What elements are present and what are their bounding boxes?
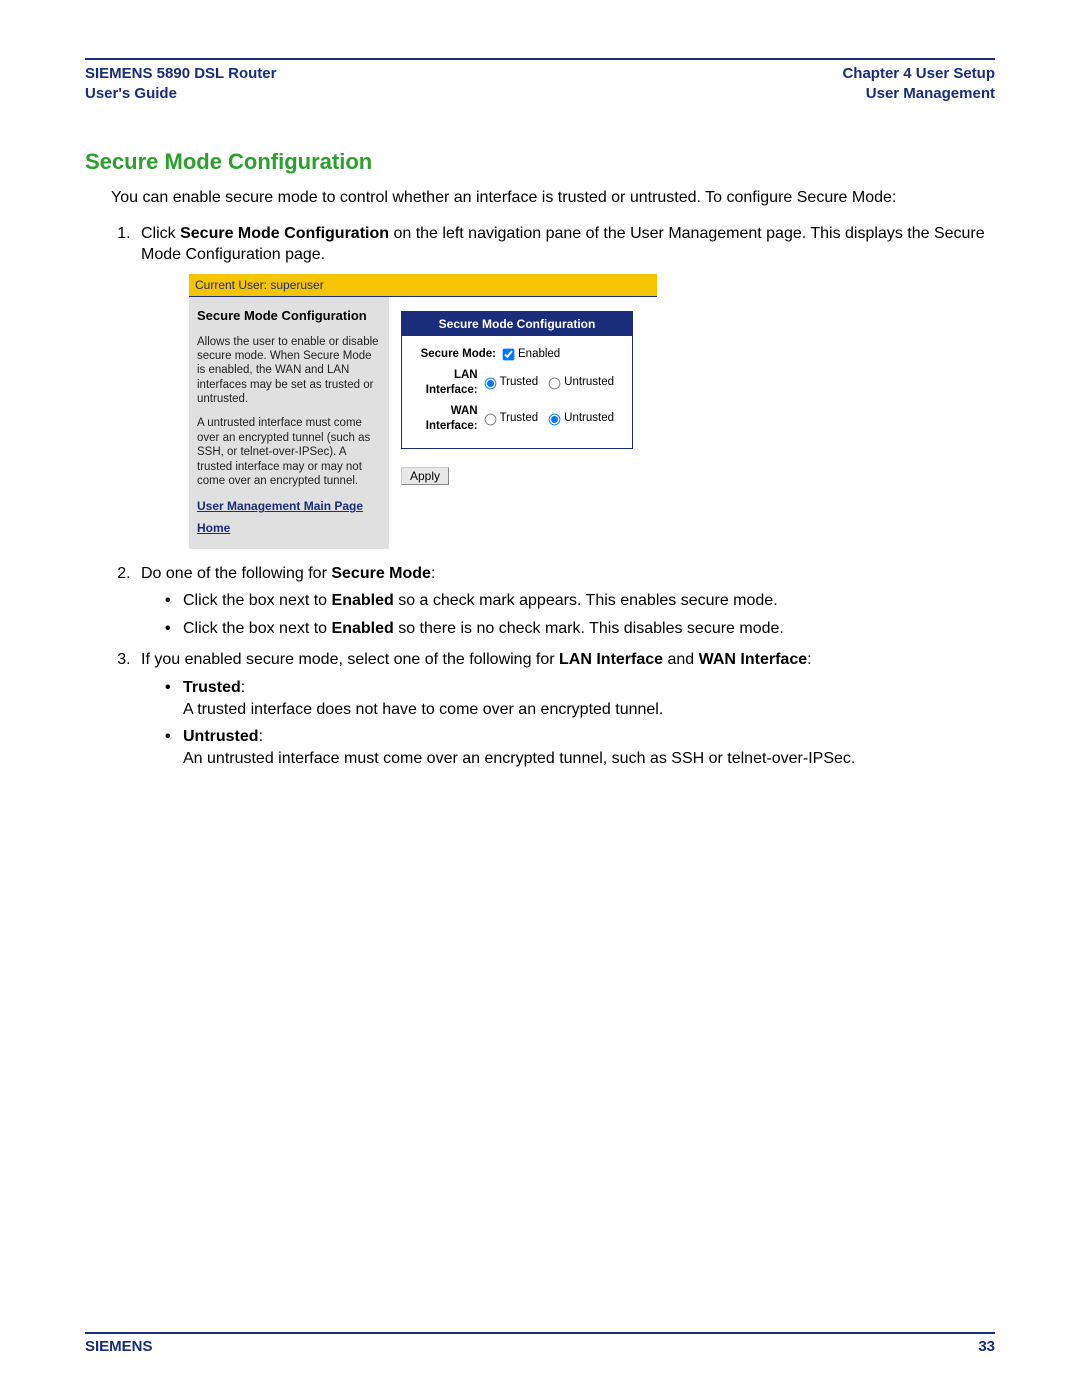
step2a-post: so a check mark appears. This enables se… (394, 592, 778, 609)
footer-brand: SIEMENS (85, 1338, 153, 1355)
mock-left-p1: Allows the user to enable or disable sec… (197, 335, 381, 407)
wan-untrusted-radio[interactable] (549, 413, 561, 425)
mock-left-p2: A untrusted interface must come over an … (197, 416, 381, 488)
mock-left-pane: Secure Mode Configuration Allows the use… (189, 297, 389, 549)
step2-option-a: Click the box next to Enabled so a check… (165, 590, 995, 612)
step3-pre: If you enabled secure mode, select one o… (141, 651, 559, 668)
step2-post: : (431, 565, 435, 582)
step2b-post: so there is no check mark. This disables… (394, 620, 784, 637)
lan-trusted-radio[interactable] (484, 377, 496, 389)
wan-label: WAN Interface: (410, 404, 478, 435)
step1-bold: Secure Mode Configuration (180, 225, 389, 242)
step2-option-b: Click the box next to Enabled so there i… (165, 618, 995, 640)
header-guide: User's Guide (85, 84, 276, 104)
mock-left-title: Secure Mode Configuration (197, 307, 381, 325)
mock-right-pane: Secure Mode Configuration Secure Mode: E… (389, 297, 657, 549)
header-rule (85, 58, 995, 60)
step3-bold2: WAN Interface (699, 651, 807, 668)
step3-option-untrusted: Untrusted: An untrusted interface must c… (165, 726, 995, 769)
lan-untrusted-text: Untrusted (564, 375, 614, 391)
mock-userbar: Current User: superuser (189, 274, 657, 297)
header-chapter: Chapter 4 User Setup (842, 64, 995, 84)
wan-untrusted-text: Untrusted (564, 411, 614, 427)
apply-button[interactable]: Apply (401, 467, 449, 485)
lan-label: LAN Interface: (410, 368, 478, 399)
header-product: SIEMENS 5890 DSL Router (85, 64, 276, 84)
mock-link-user-mgmt[interactable]: User Management Main Page (197, 498, 381, 514)
secure-mode-checkbox[interactable] (503, 349, 515, 361)
step3-mid: and (663, 651, 699, 668)
step2a-pre: Click the box next to (183, 592, 332, 609)
step2b-bold: Enabled (332, 620, 394, 637)
step1-pre: Click (141, 225, 180, 242)
step3-bold1: LAN Interface (559, 651, 663, 668)
step3-post: : (807, 651, 811, 668)
intro-text: You can enable secure mode to control wh… (111, 187, 995, 209)
section-title: Secure Mode Configuration (85, 149, 995, 175)
untrusted-text: An untrusted interface must come over an… (183, 750, 855, 767)
wan-trusted-text: Trusted (500, 411, 539, 427)
step-2: Do one of the following for Secure Mode:… (135, 563, 995, 640)
step2-pre: Do one of the following for (141, 565, 331, 582)
lan-untrusted-radio[interactable] (549, 377, 561, 389)
page-header: SIEMENS 5890 DSL Router User's Guide Cha… (85, 64, 995, 103)
header-section: User Management (842, 84, 995, 104)
trusted-text: A trusted interface does not have to com… (183, 701, 663, 718)
step2b-pre: Click the box next to (183, 620, 332, 637)
wan-trusted-radio[interactable] (484, 413, 496, 425)
untrusted-label: Untrusted (183, 728, 259, 745)
lan-trusted-text: Trusted (500, 375, 539, 391)
step3-option-trusted: Trusted: A trusted interface does not ha… (165, 677, 995, 720)
screenshot-mock: Current User: superuser Secure Mode Conf… (189, 274, 657, 549)
config-box-head: Secure Mode Configuration (402, 312, 632, 336)
secure-mode-enabled-text: Enabled (518, 347, 560, 363)
step2-bold: Secure Mode (331, 565, 431, 582)
config-box: Secure Mode Configuration Secure Mode: E… (401, 311, 633, 449)
page-footer: SIEMENS 33 (85, 1332, 995, 1355)
footer-page-number: 33 (978, 1338, 995, 1355)
mock-link-home[interactable]: Home (197, 520, 381, 536)
secure-mode-label: Secure Mode: (410, 347, 496, 363)
footer-rule (85, 1332, 995, 1334)
step2a-bold: Enabled (332, 592, 394, 609)
trusted-label: Trusted (183, 679, 241, 696)
step-1: Click Secure Mode Configuration on the l… (135, 223, 995, 549)
step-3: If you enabled secure mode, select one o… (135, 649, 995, 769)
